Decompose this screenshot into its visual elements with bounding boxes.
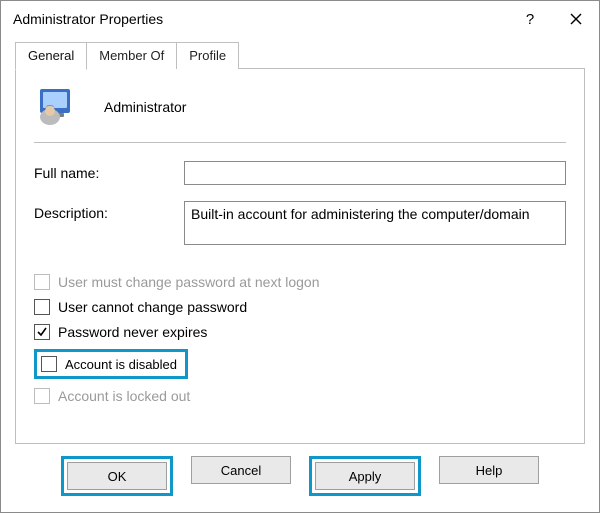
row-full-name: Full name: (34, 161, 566, 185)
checkbox-label: Password never expires (58, 324, 207, 340)
account-name: Administrator (104, 99, 186, 115)
user-icon (36, 83, 80, 130)
cancel-button[interactable]: Cancel (191, 456, 291, 484)
checkbox-box (34, 388, 50, 404)
dialog-window: Administrator Properties ? General Membe… (0, 0, 600, 513)
checkbox-box[interactable] (34, 299, 50, 315)
checkbox-password-never-expires[interactable]: Password never expires (34, 324, 566, 340)
ok-button[interactable]: OK (67, 462, 167, 490)
titlebar: Administrator Properties ? (1, 1, 599, 37)
row-description: Description: (34, 201, 566, 245)
apply-button[interactable]: Apply (315, 462, 415, 490)
description-label: Description: (34, 201, 184, 221)
window-title: Administrator Properties (13, 11, 507, 27)
checkbox-label: User must change password at next logon (58, 274, 319, 290)
tab-profile[interactable]: Profile (176, 42, 239, 69)
context-help-button[interactable]: ? (507, 1, 553, 37)
checkbox-account-locked-out: Account is locked out (34, 388, 566, 404)
checkbox-label: Account is disabled (65, 357, 177, 372)
tab-strip: General Member Of Profile (15, 41, 585, 69)
checkbox-cannot-change-password[interactable]: User cannot change password (34, 299, 566, 315)
close-button[interactable] (553, 1, 599, 37)
checkbox-group: User must change password at next logon … (34, 265, 566, 413)
full-name-input[interactable] (184, 161, 566, 185)
checkbox-box[interactable] (34, 324, 50, 340)
divider (34, 142, 566, 143)
help-button[interactable]: Help (439, 456, 539, 484)
check-icon (36, 326, 48, 338)
tab-member-of[interactable]: Member Of (86, 42, 177, 69)
checkbox-must-change-password: User must change password at next logon (34, 274, 566, 290)
highlight-apply: Apply (309, 456, 421, 496)
tab-general[interactable]: General (15, 42, 87, 70)
button-bar: OK Cancel Apply Help (15, 444, 585, 500)
dialog-body: General Member Of Profile Administrator (1, 37, 599, 512)
tab-page-general: Administrator Full name: Description: Us… (15, 68, 585, 444)
account-header: Administrator (34, 81, 566, 140)
checkbox-box[interactable] (41, 356, 57, 372)
checkbox-label: Account is locked out (58, 388, 190, 404)
description-input[interactable] (184, 201, 566, 245)
highlight-ok: OK (61, 456, 173, 496)
checkbox-account-is-disabled[interactable]: Account is disabled (34, 349, 188, 379)
checkbox-box (34, 274, 50, 290)
checkbox-label: User cannot change password (58, 299, 247, 315)
close-icon (570, 13, 582, 25)
full-name-label: Full name: (34, 161, 184, 181)
